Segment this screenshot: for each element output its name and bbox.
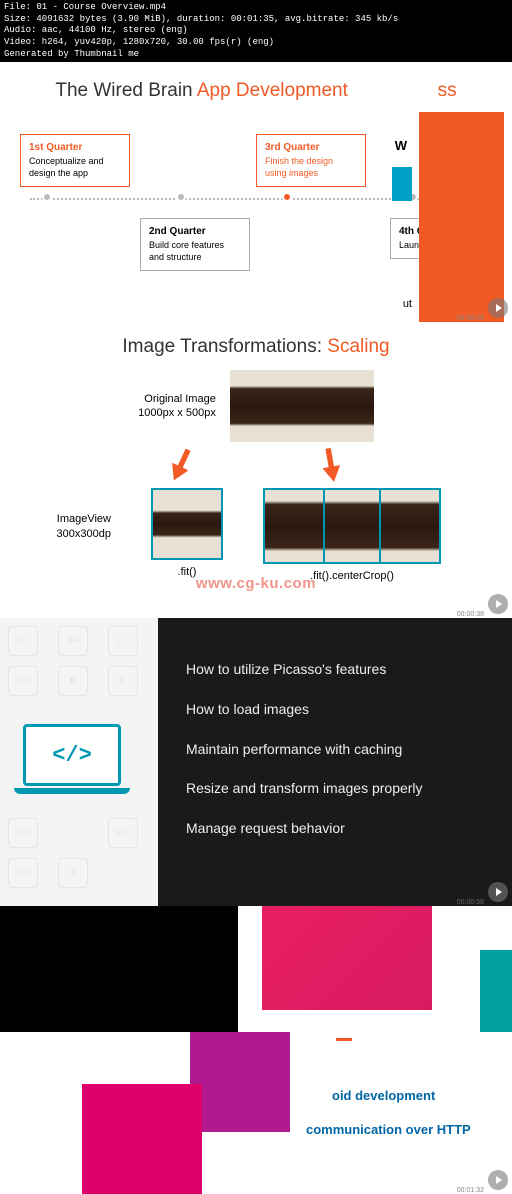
slide-abstract-closing: oid development communication over HTTP …	[0, 906, 512, 1194]
topic-item: How to load images	[186, 700, 492, 720]
result-fit: .fit()	[151, 488, 223, 578]
cut-text-oid-dev: oid development	[332, 1088, 435, 1103]
shape-black	[0, 906, 238, 1032]
arrow-down-icon	[166, 446, 197, 484]
original-label: Original Image 1000px x 500px	[138, 392, 216, 421]
topic-list: How to utilize Picasso's features How to…	[186, 660, 492, 838]
slide-course-topics: </> JPG { } 101 ◧ ⌘ CSS EXE HTM ⚙ </> Ho…	[0, 618, 512, 906]
slide-image-transformations: Image Transformations: Scaling Original …	[0, 322, 512, 618]
quarter-card-1: 1st Quarter Conceptualize and design the…	[20, 134, 130, 186]
pattern-icon: CSS	[8, 818, 38, 848]
original-image	[230, 370, 374, 442]
cut-text-ut: ut	[403, 298, 412, 310]
meta-generated: Generated by Thumbnail me	[4, 49, 508, 61]
centercrop-image	[263, 488, 441, 564]
pattern-icon: 101	[8, 666, 38, 696]
slide1-title-a: The Wired Brain	[55, 80, 197, 101]
fit-image	[151, 488, 223, 560]
timeline-dot-q3-active	[282, 192, 292, 202]
imageview-label: ImageView 300x300dp	[31, 512, 111, 541]
pattern-icon: JPG	[58, 626, 88, 656]
shape-purple	[190, 1032, 290, 1132]
arrows	[106, 448, 406, 482]
slide3-right-col: How to utilize Picasso's features How to…	[158, 618, 512, 906]
timecode-2: 00:00:38	[457, 611, 484, 618]
laptop-icon: </>	[14, 724, 130, 802]
pattern-icon: ◧	[58, 666, 88, 696]
slide1-title: The Wired Brain App Development ss	[0, 62, 512, 110]
meta-audio: Audio: aac, 44100 Hz, stereo (eng)	[4, 25, 508, 37]
orig-label-a: Original Image	[138, 392, 216, 406]
crop-panel-3	[381, 490, 439, 562]
slide3-left-col: </> JPG { } 101 ◧ ⌘ CSS EXE HTM ⚙ </>	[0, 618, 158, 906]
timecode-1: 00:00:29	[457, 315, 484, 322]
pattern-icon: HTM	[8, 858, 38, 888]
q1-body: Conceptualize and design the app	[29, 156, 121, 179]
laptop-screen: </>	[23, 724, 121, 786]
orig-label-b: 1000px x 500px	[138, 406, 216, 420]
shape-pink	[262, 906, 432, 1010]
result-row: ImageView 300x300dp .fit() .fit().center…	[31, 488, 441, 582]
shape-teal	[480, 950, 512, 1032]
meta-file: File: 01 - Course Overview.mp4	[4, 2, 508, 14]
timecode-4: 00:01:32	[457, 1187, 484, 1194]
play-icon[interactable]	[488, 594, 508, 614]
video-metadata: File: 01 - Course Overview.mp4 Size: 409…	[0, 0, 512, 62]
shape-magenta	[82, 1084, 202, 1194]
topic-item: Manage request behavior	[186, 819, 492, 839]
topic-item: Resize and transform images properly	[186, 779, 492, 799]
timeline-dot-q1	[42, 192, 52, 202]
slide2-title-a: Image Transformations:	[122, 336, 327, 357]
crop-panel-2	[323, 490, 381, 562]
slide1-title-c: ss	[438, 80, 457, 101]
teal-strip	[392, 167, 412, 201]
laptop-base	[14, 788, 130, 794]
iv-label-a: ImageView	[31, 512, 111, 526]
meta-video: Video: h264, yuv420p, 1280x720, 30.00 fp…	[4, 37, 508, 49]
pattern-icon: ⌘	[108, 666, 138, 696]
pattern-icon: EXE	[108, 818, 138, 848]
timeline-dot-q2	[176, 192, 186, 202]
meta-size: Size: 4091632 bytes (3.90 MiB), duration…	[4, 14, 508, 26]
pattern-icon: ⚙	[58, 858, 88, 888]
original-row: Original Image 1000px x 500px	[138, 370, 374, 442]
crop-panel-1	[265, 490, 323, 562]
slide2-title: Image Transformations: Scaling	[0, 322, 512, 370]
fit-caption: .fit()	[178, 566, 197, 578]
cut-text-w: W	[395, 138, 407, 153]
q3-title: 3rd Quarter	[265, 141, 357, 154]
topic-item: How to utilize Picasso's features	[186, 660, 492, 680]
orange-overlay-block	[419, 112, 504, 322]
slide2-title-b: Scaling	[327, 336, 389, 357]
pattern-icon: { }	[108, 626, 138, 656]
pattern-icon: </>	[8, 626, 38, 656]
topic-item: Maintain performance with caching	[186, 740, 492, 760]
q2-title: 2nd Quarter	[149, 225, 241, 238]
slide2-body: Original Image 1000px x 500px ImageView …	[0, 370, 512, 582]
play-icon[interactable]	[488, 298, 508, 318]
q2-body: Build core features and structure	[149, 240, 241, 263]
cut-text-http: communication over HTTP	[306, 1122, 471, 1137]
q3-body: Finish the design using images	[265, 156, 357, 179]
slide-app-dev-process: The Wired Brain App Development ss 1st Q…	[0, 62, 512, 322]
centercrop-caption: .fit().centerCrop()	[310, 570, 394, 582]
quarter-card-2: 2nd Quarter Build core features and stru…	[140, 218, 250, 270]
result-centercrop: .fit().centerCrop()	[263, 488, 441, 582]
iv-label-b: 300x300dp	[31, 527, 111, 541]
timecode-3: 00:00:58	[457, 899, 484, 906]
quarter-card-3: 3rd Quarter Finish the design using imag…	[256, 134, 366, 186]
arrow-down-icon	[319, 447, 343, 484]
q1-title: 1st Quarter	[29, 141, 121, 154]
play-icon[interactable]	[488, 1170, 508, 1190]
slide1-title-b: App Development	[197, 80, 348, 101]
dash-mark	[336, 1038, 352, 1041]
